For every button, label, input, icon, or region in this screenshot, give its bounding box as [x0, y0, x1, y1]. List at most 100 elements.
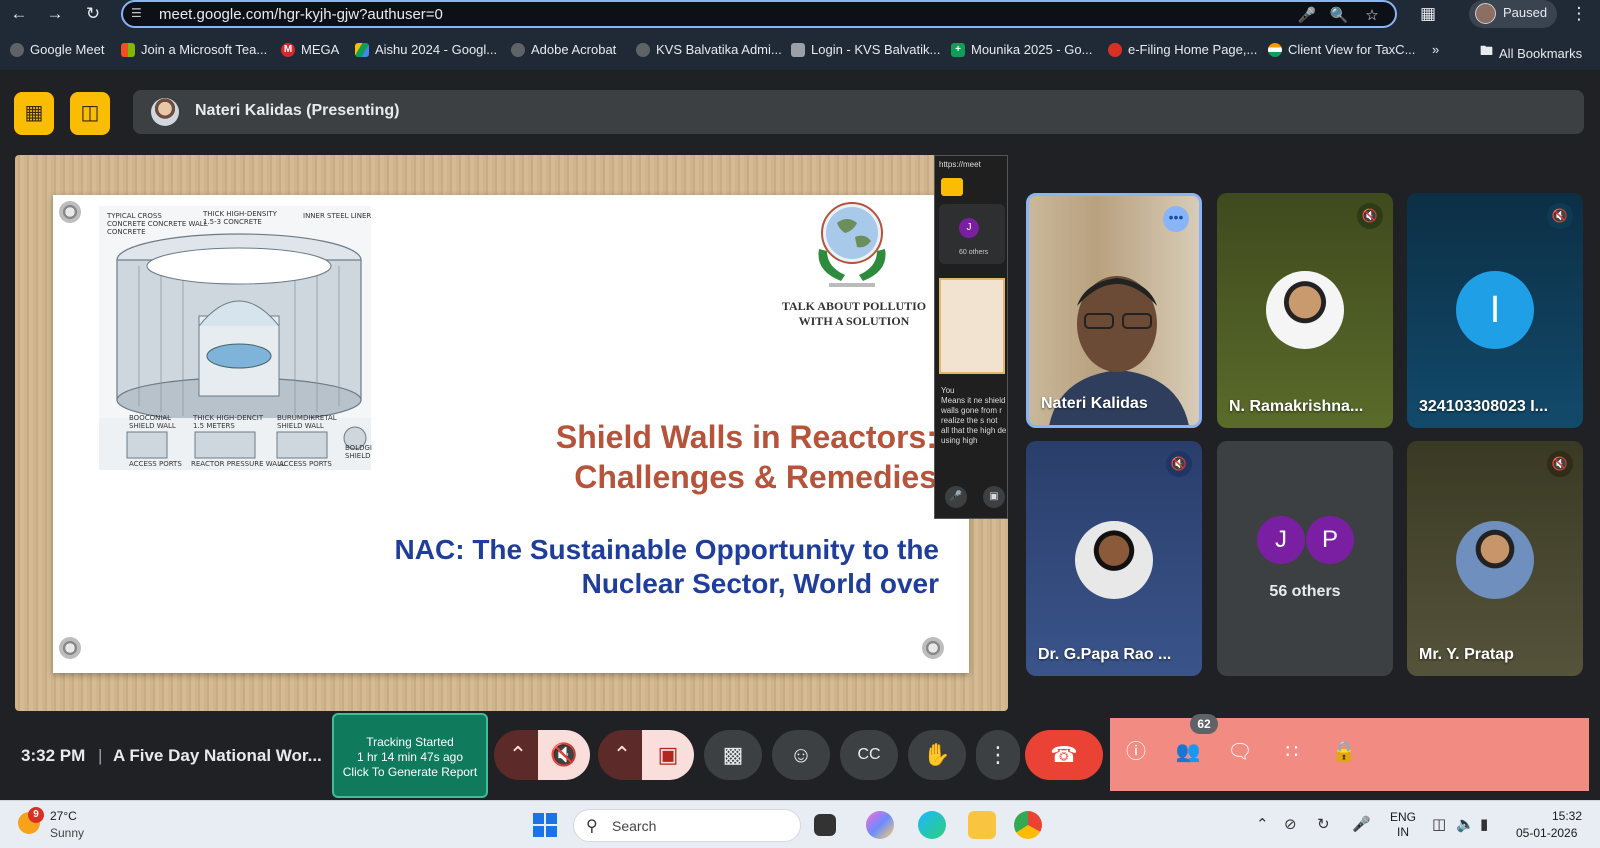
audio-options-chevron-up-icon[interactable]: ⌃	[494, 730, 542, 780]
volume-icon[interactable]: 🔈	[1456, 815, 1475, 833]
reload-icon[interactable]: ↻	[80, 2, 106, 26]
host-controls-lock-icon[interactable]: 🔒	[1328, 736, 1360, 768]
globe-icon	[511, 42, 525, 57]
weather-notification-badge: 9	[28, 807, 44, 823]
bookmarks-bar: Google Meet Join a Microsoft Tea... M MEG…	[0, 38, 1600, 64]
participant-tile-others[interactable]: J P 56 others	[1217, 441, 1393, 676]
presentation-stage: TYPICAL CROSS CONCRETE CONCRETE WALL CON…	[15, 155, 1008, 711]
profile-button[interactable]: Paused	[1469, 0, 1557, 28]
clock-date[interactable]: 05-01-2026	[1516, 826, 1577, 840]
captions-icon[interactable]: CC	[840, 730, 898, 780]
weather-temperature[interactable]: 27°C	[50, 809, 77, 823]
microphone-icon[interactable]: 🎤	[1296, 5, 1318, 27]
diagram-label: INNER STEEL LINER	[303, 212, 372, 220]
more-bookmarks-chevron-icon[interactable]: »	[1432, 42, 1439, 57]
forward-arrow-icon[interactable]: →	[42, 2, 68, 26]
e-filing-icon	[1108, 42, 1122, 57]
bookmark-google-meet[interactable]: Google Meet	[10, 42, 104, 57]
participant-tile-n-ramakrishna[interactable]: 🔇 N. Ramakrishna...	[1217, 193, 1393, 428]
all-bookmarks-folder[interactable]: 🖿 All Bookmarks	[1480, 42, 1582, 64]
participant-name: Mr. Y. Pratap	[1419, 646, 1514, 663]
folder-icon: 🖿	[1480, 43, 1494, 58]
chrome-icon[interactable]	[1014, 811, 1042, 839]
mini-camera-icon: ▣	[983, 486, 1005, 508]
emoji-reaction-icon[interactable]: ☺	[772, 730, 830, 780]
camera-off-icon[interactable]: ▣	[642, 730, 694, 780]
mini-chat-message: You Means it ne shield walls gone from r…	[941, 386, 1007, 445]
show-hidden-icons-chevron-icon[interactable]: ⌃	[1256, 815, 1269, 833]
bookmark-kvs-balvatika-admin[interactable]: KVS Balvatika Admi...	[636, 42, 782, 57]
people-icon[interactable]: 👥	[1172, 736, 1204, 768]
diagram-label: ACCESS PORTS	[129, 460, 182, 468]
task-view-icon[interactable]	[814, 814, 836, 836]
bookmark-mounika-2025[interactable]: + Mounika 2025 - Go...	[951, 42, 1092, 57]
url-text[interactable]: meet.google.com/hgr-kyjh-gjw?authuser=0	[159, 6, 443, 23]
meeting-info-icon[interactable]: ⓘ	[1120, 736, 1152, 768]
zoom-icon[interactable]: 🔍	[1328, 5, 1350, 27]
battery-icon[interactable]: ▮	[1480, 815, 1488, 833]
end-call-icon[interactable]: ☎	[1025, 730, 1103, 780]
back-arrow-icon[interactable]: ←	[6, 2, 32, 26]
globe-icon	[10, 42, 24, 57]
video-options-chevron-up-icon[interactable]: ⌃	[598, 730, 646, 780]
participant-tile-mr-y-pratap[interactable]: 🔇 Mr. Y. Pratap	[1407, 441, 1583, 676]
mini-mic-icon: 🎤	[945, 486, 967, 508]
present-screen-icon[interactable]: ▩	[704, 730, 762, 780]
sync-icon[interactable]: ↻	[1317, 815, 1330, 833]
activities-grid-icon[interactable]: ∷	[1276, 736, 1308, 768]
more-options-vertical-icon[interactable]: ⋮	[976, 730, 1020, 780]
microphone-muted-icon: 🔇	[1357, 203, 1383, 229]
address-bar[interactable]: ☰ meet.google.com/hgr-kyjh-gjw?authuser=…	[121, 0, 1397, 28]
bookmark-client-view-taxc[interactable]: Client View for TaxC...	[1268, 42, 1415, 57]
copilot-icon[interactable]	[866, 811, 894, 839]
bookmark-microsoft-teams[interactable]: Join a Microsoft Tea...	[121, 42, 267, 57]
bookmark-mega[interactable]: M MEGA	[281, 42, 339, 57]
microphone-icon[interactable]: 🎤	[1352, 815, 1371, 833]
presentation-layout-icon[interactable]: ◫	[70, 92, 110, 135]
browser-toolbar: ← → ↻ ☰ meet.google.com/hgr-kyjh-gjw?aut…	[0, 0, 1600, 70]
extensions-icon[interactable]: ▦	[1415, 2, 1441, 26]
participant-avatar: I	[1456, 271, 1534, 349]
clock-time[interactable]: 15:32	[1552, 809, 1582, 823]
google-drive-icon	[355, 42, 369, 57]
bookmark-e-filing[interactable]: e-Filing Home Page,...	[1108, 42, 1257, 57]
meeting-time: 3:32 PM	[21, 746, 86, 765]
mini-meet-window: https://meet J 60 others You Means it ne…	[934, 155, 1008, 519]
screw-decoration	[59, 637, 81, 659]
attendance-tracking-button[interactable]: Tracking Started 1 hr 14 min 47s ago Cli…	[332, 713, 488, 798]
edge-browser-icon[interactable]	[918, 811, 946, 839]
network-off-icon[interactable]: ⊘	[1284, 815, 1297, 833]
windows-taskbar: 9 27°C Sunny ⚲ Search ⌃ ⊘ ↻ 🎤 ENG IN ◫ 🔈…	[0, 800, 1600, 848]
chat-icon[interactable]: 🗨	[1224, 736, 1256, 768]
more-menu-icon[interactable]: ⋮	[1566, 2, 1592, 26]
address-row: ← → ↻ ☰ meet.google.com/hgr-kyjh-gjw?aut…	[0, 0, 1600, 29]
site-info-icon[interactable]: ☰	[131, 6, 149, 22]
microsoft-icon	[121, 42, 135, 57]
participant-avatar	[1075, 521, 1153, 599]
bookmark-kvs-balvatika-login[interactable]: Login - KVS Balvatik...	[791, 42, 940, 57]
raise-hand-icon[interactable]: ✋	[908, 730, 966, 780]
participant-name: 324103308023 I...	[1419, 398, 1549, 415]
mini-layout-icon	[941, 178, 963, 196]
more-options-icon[interactable]: •••	[1163, 206, 1189, 232]
file-explorer-icon[interactable]	[968, 811, 996, 839]
diagram-label: BOLDGI SHIELD	[345, 444, 372, 460]
stop-presenting-icon[interactable]: ▦	[14, 92, 54, 135]
diagram-label: THICK HIGH-DENSITY 1.5-3 CONCRETE	[203, 210, 277, 226]
microphone-off-icon[interactable]: 🔇	[538, 730, 590, 780]
taskbar-search-input[interactable]: ⚲ Search	[573, 809, 801, 842]
presentation-slide: TYPICAL CROSS CONCRETE CONCRETE WALL CON…	[53, 195, 969, 673]
star-bookmark-icon[interactable]: ☆	[1361, 5, 1383, 27]
windows-start-icon[interactable]	[533, 813, 557, 837]
globe-icon	[636, 42, 650, 57]
bookmark-adobe-acrobat[interactable]: Adobe Acrobat	[511, 42, 616, 57]
participant-tile-324103308023[interactable]: I 🔇 324103308023 I...	[1407, 193, 1583, 428]
bookmark-aishu-2024[interactable]: Aishu 2024 - Googl...	[355, 42, 497, 57]
participant-tile-nateri-kalidas[interactable]: ••• Nateri Kalidas	[1026, 193, 1202, 428]
meeting-title[interactable]: A Five Day National Wor...	[113, 746, 322, 766]
display-icon[interactable]: ◫	[1432, 815, 1446, 833]
diagram-label: BURUMDIKRETAL SHIELD WALL	[277, 414, 337, 430]
mini-others-label: 60 others	[959, 249, 989, 256]
participant-tile-dr-g-papa-rao[interactable]: 🔇 Dr. G.Papa Rao ...	[1026, 441, 1202, 676]
language-indicator[interactable]: ENG IN	[1390, 810, 1416, 840]
